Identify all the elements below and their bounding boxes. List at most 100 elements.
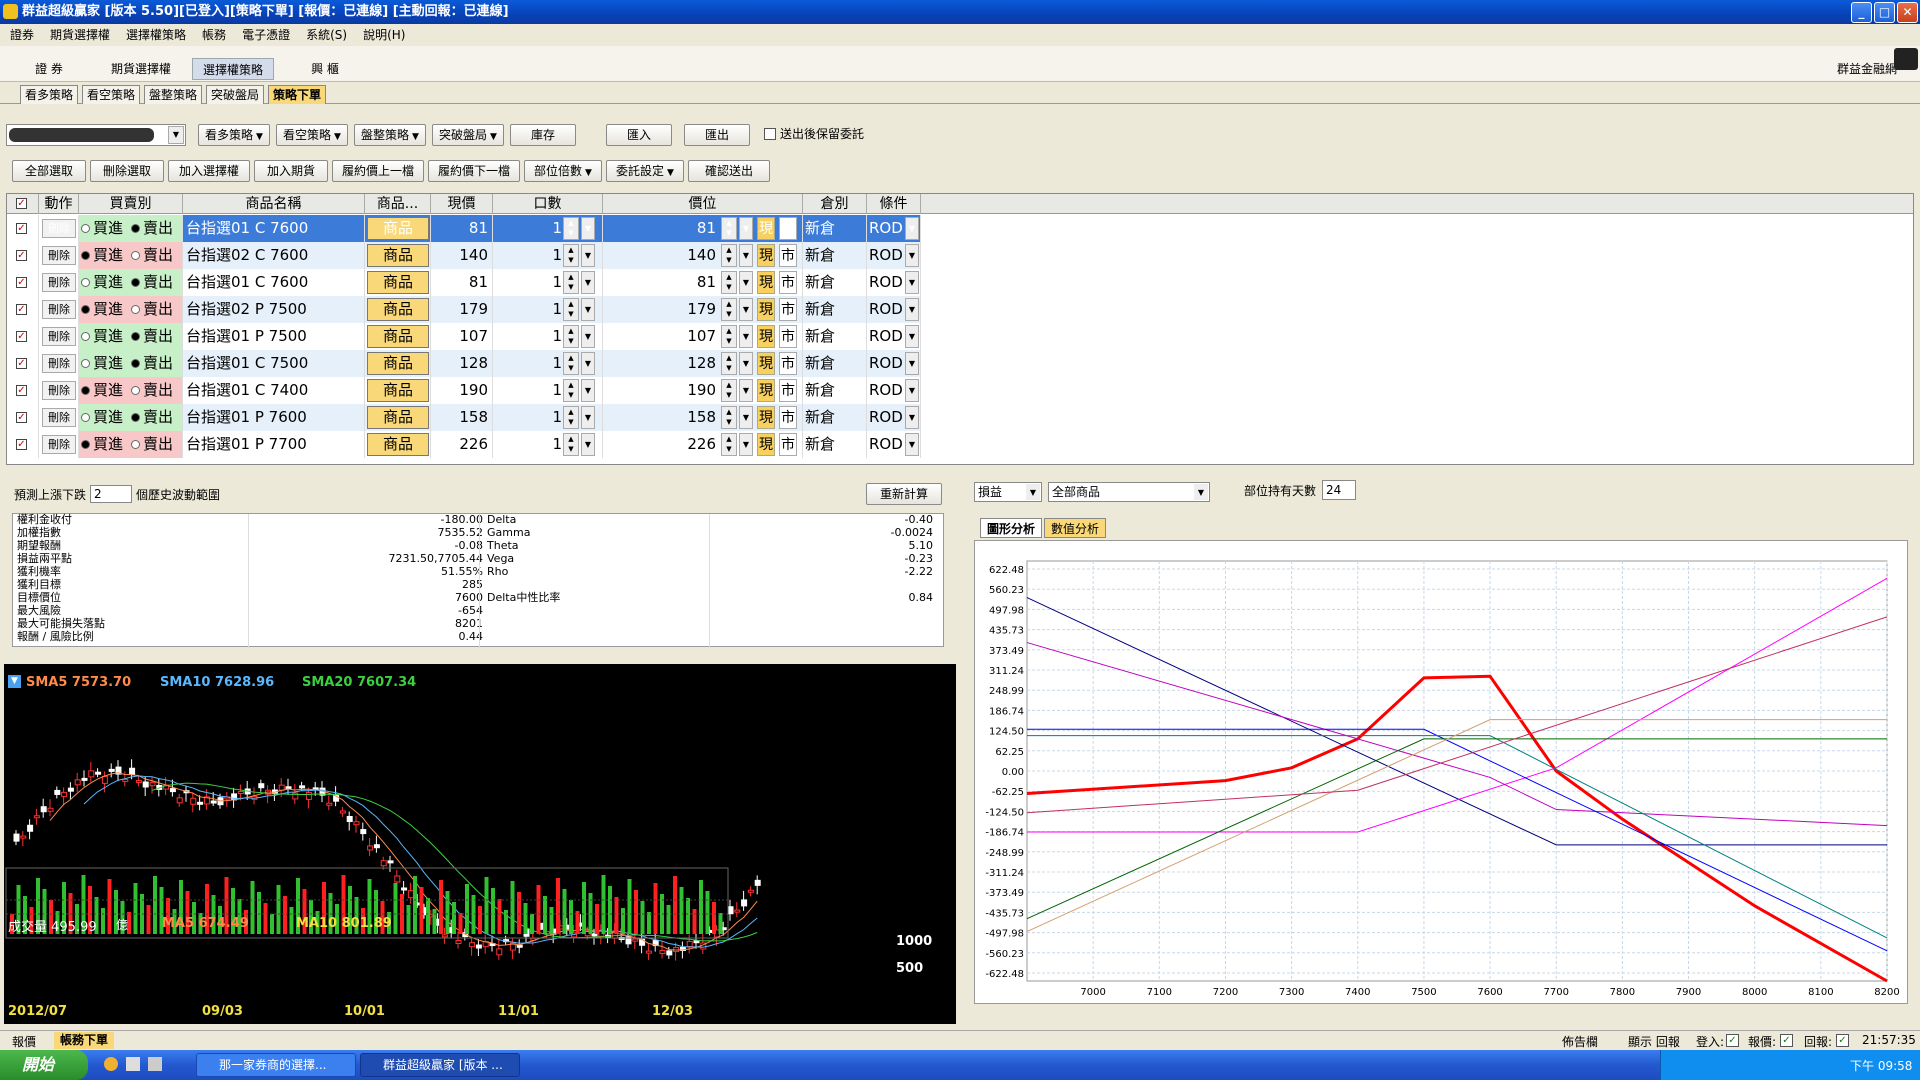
desktop-icon[interactable]	[126, 1057, 140, 1071]
menu-item[interactable]: 期貨選擇權	[50, 28, 110, 42]
buy-radio[interactable]	[81, 359, 90, 368]
add-option-button[interactable]: 加入選擇權	[168, 160, 250, 182]
range-strategy-dropdown[interactable]: 盤整策略	[354, 124, 426, 146]
chevron-down-icon[interactable]: ▼	[739, 379, 753, 402]
chevron-down-icon[interactable]: ▼	[581, 406, 595, 429]
sell-radio[interactable]	[131, 359, 140, 368]
chevron-down-icon[interactable]: ▼	[581, 271, 595, 294]
condition-cell[interactable]: ROD ▼	[867, 269, 921, 296]
qty-value[interactable]: 1	[552, 296, 562, 323]
delete-row-button[interactable]: 刪除	[42, 219, 76, 238]
limit-type-toggle[interactable]: 現	[757, 325, 775, 348]
tab-futures-options[interactable]: 期貨選擇權	[100, 58, 182, 80]
sell-radio[interactable]	[131, 386, 140, 395]
breakout-strategy-dropdown[interactable]: 突破盤局	[432, 124, 504, 146]
chevron-down-icon[interactable]: ▼	[739, 352, 753, 375]
table-row[interactable]: ✓ 刪除 買進 賣出 台指選01 C 7600 商品 81 1 ▲ ▼ ▼ 81 ▲ ▼ ▼ 現市新倉 ROD ▼	[7, 269, 921, 296]
chevron-down-icon[interactable]: ▼	[581, 325, 595, 348]
chevron-down-icon[interactable]: ▼	[739, 244, 753, 267]
chevron-down-icon[interactable]: ▼	[905, 325, 919, 348]
sell-radio[interactable]	[131, 332, 140, 341]
menu-item[interactable]: 選擇權策略	[126, 28, 186, 42]
product-button[interactable]: 商品	[367, 433, 429, 456]
limit-type-toggle[interactable]: 現	[757, 352, 775, 375]
recalculate-button[interactable]: 重新計算	[866, 483, 942, 505]
price-stepper[interactable]: ▲ ▼	[721, 298, 737, 321]
product-button[interactable]: 商品	[367, 298, 429, 321]
limit-type-toggle[interactable]: 現	[757, 271, 775, 294]
condition-cell[interactable]: ROD ▼	[867, 215, 921, 242]
market-toggle[interactable]: 市	[779, 271, 797, 294]
window-icon[interactable]	[148, 1057, 162, 1071]
row-checkbox-cell[interactable]: ✓	[7, 269, 39, 296]
chevron-down-icon[interactable]: ▼	[905, 244, 919, 267]
condition-cell[interactable]: ROD ▼	[867, 350, 921, 377]
inventory-button[interactable]: 庫存	[510, 124, 576, 146]
product-button[interactable]: 商品	[367, 217, 429, 240]
price-stepper[interactable]: ▲ ▼	[721, 379, 737, 402]
delete-row-button[interactable]: 刪除	[42, 246, 76, 265]
analysis-type-select[interactable]: 損益 ▼	[974, 482, 1042, 502]
chevron-down-icon[interactable]: ▼	[581, 352, 595, 375]
minimize-button[interactable]: _	[1851, 2, 1872, 23]
row-checkbox-cell[interactable]: ✓	[7, 377, 39, 404]
product-button[interactable]: 商品	[367, 325, 429, 348]
hold-days-input[interactable]: 24	[1322, 480, 1356, 500]
chevron-down-icon[interactable]: ▼	[581, 244, 595, 267]
tab-bear[interactable]: 看空策略	[82, 85, 141, 104]
tab-breakout[interactable]: 突破盤局	[206, 85, 265, 104]
sell-radio[interactable]	[131, 440, 140, 449]
forecast-input[interactable]: 2	[90, 485, 132, 503]
buy-radio[interactable]	[81, 413, 90, 422]
chevron-down-icon[interactable]: ▼	[905, 352, 919, 375]
buy-radio[interactable]	[81, 332, 90, 341]
chevron-down-icon[interactable]: ▼	[739, 406, 753, 429]
taskbar-item-app[interactable]: 群益超級贏家 [版本 ...	[360, 1053, 520, 1077]
limit-price[interactable]: 158	[687, 404, 716, 431]
row-checkbox-cell[interactable]: ✓	[7, 404, 39, 431]
qty-stepper[interactable]: ▲ ▼	[563, 352, 579, 375]
chevron-down-icon[interactable]: ▼	[1026, 484, 1040, 500]
menu-item[interactable]: 說明(H)	[363, 28, 405, 42]
qty-stepper[interactable]: ▲ ▼	[563, 298, 579, 321]
limit-price[interactable]: 128	[687, 350, 716, 377]
chevron-down-icon[interactable]: ▼	[905, 379, 919, 402]
maximize-button[interactable]: □	[1874, 2, 1895, 23]
delete-row-button[interactable]: 刪除	[42, 381, 76, 400]
table-row[interactable]: ✓ 刪除 買進 賣出 台指選01 C 7600 商品 81 1 ▲ ▼ ▼ 81 ▲ ▼ ▼ 現市新倉 ROD ▼	[7, 215, 921, 242]
delete-row-button[interactable]: 刪除	[42, 408, 76, 427]
limit-price[interactable]: 107	[687, 323, 716, 350]
select-all-button[interactable]: 全部選取	[12, 160, 86, 182]
qty-stepper[interactable]: ▲ ▼	[563, 244, 579, 267]
export-button[interactable]: 匯出	[684, 124, 750, 146]
qty-value[interactable]: 1	[552, 323, 562, 350]
product-button[interactable]: 商品	[367, 244, 429, 267]
tab-value-analysis[interactable]: 數值分析	[1044, 518, 1107, 538]
price-stepper[interactable]: ▲ ▼	[721, 217, 737, 240]
qty-stepper[interactable]: ▲ ▼	[563, 217, 579, 240]
sell-radio[interactable]	[131, 305, 140, 314]
strike-up-button[interactable]: 履約價上一檔	[332, 160, 424, 182]
tab-securities[interactable]: 證 券	[8, 58, 90, 80]
position-multiple-dropdown[interactable]: 部位倍數	[524, 160, 602, 182]
qty-value[interactable]: 1	[552, 404, 562, 431]
chevron-down-icon[interactable]: ▼	[739, 217, 753, 240]
account-select[interactable]: ▼	[6, 124, 186, 146]
table-row[interactable]: ✓ 刪除 買進 賣出 台指選01 C 7500 商品 128 1 ▲ ▼ ▼ 128 ▲ ▼ ▼ 現市新倉 RO…	[7, 350, 921, 377]
limit-type-toggle[interactable]: 現	[757, 406, 775, 429]
taskbar-item-browser[interactable]: 那一家券商的選擇...	[196, 1053, 356, 1077]
limit-price[interactable]: 226	[687, 431, 716, 458]
qty-value[interactable]: 1	[552, 431, 562, 458]
qty-stepper[interactable]: ▲ ▼	[563, 433, 579, 456]
buy-radio[interactable]	[81, 386, 90, 395]
qty-value[interactable]: 1	[552, 215, 562, 242]
market-toggle[interactable]: 市	[779, 217, 797, 240]
sell-radio[interactable]	[131, 251, 140, 260]
tab-option-strategy[interactable]: 選擇權策略	[192, 58, 274, 80]
buy-radio[interactable]	[81, 440, 90, 449]
chevron-down-icon[interactable]: ▼	[739, 325, 753, 348]
menu-item[interactable]: 帳務	[202, 28, 226, 42]
chevron-down-icon[interactable]: ▼	[581, 217, 595, 240]
market-toggle[interactable]: 市	[779, 352, 797, 375]
tab-range[interactable]: 盤整策略	[144, 85, 203, 104]
